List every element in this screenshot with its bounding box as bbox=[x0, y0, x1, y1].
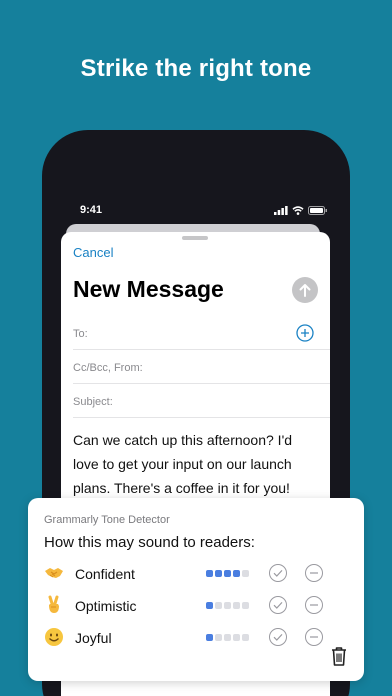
tone-detector-subtitle: How this may sound to readers: bbox=[44, 534, 255, 551]
tone-strength-meter bbox=[206, 570, 249, 577]
smiling-face-emoji-icon bbox=[45, 628, 63, 646]
send-button[interactable] bbox=[292, 277, 318, 303]
minus-circle-icon[interactable] bbox=[304, 563, 324, 583]
meter-dot bbox=[233, 634, 240, 641]
headline: Strike the right tone bbox=[80, 55, 312, 82]
check-circle-icon[interactable] bbox=[268, 595, 288, 615]
meter-dot bbox=[215, 570, 222, 577]
wifi-icon bbox=[292, 206, 304, 215]
tone-row-optimistic: Optimistic bbox=[44, 593, 354, 617]
meter-dot bbox=[233, 570, 240, 577]
handshake-emoji-icon bbox=[45, 568, 63, 578]
meter-dot bbox=[215, 602, 222, 609]
cc-bcc-field[interactable]: Cc/Bcc, From: bbox=[73, 350, 330, 384]
minus-circle-icon[interactable] bbox=[304, 627, 324, 647]
meter-dot bbox=[224, 634, 231, 641]
check-circle-icon[interactable] bbox=[268, 627, 288, 647]
trash-icon[interactable] bbox=[329, 645, 349, 667]
victory-hand-emoji-icon bbox=[48, 595, 59, 613]
cc-bcc-label: Cc/Bcc, From: bbox=[73, 362, 143, 374]
check-circle-icon[interactable] bbox=[268, 563, 288, 583]
tone-row-confident: Confident bbox=[44, 561, 354, 585]
battery-icon bbox=[308, 206, 327, 215]
compose-title: New Message bbox=[73, 276, 224, 302]
arrow-up-icon bbox=[299, 284, 311, 297]
message-body[interactable]: Can we catch up this afternoon? I'd love… bbox=[73, 428, 321, 500]
to-field[interactable]: To: bbox=[73, 316, 330, 350]
tone-label: Confident bbox=[75, 566, 135, 582]
meter-dot bbox=[215, 634, 222, 641]
to-label: To: bbox=[73, 328, 88, 340]
tone-strength-meter bbox=[206, 602, 249, 609]
meter-dot bbox=[242, 602, 249, 609]
meter-dot bbox=[242, 570, 249, 577]
tone-detector-card: Grammarly Tone Detector How this may sou… bbox=[28, 498, 364, 681]
minus-circle-icon[interactable] bbox=[304, 595, 324, 615]
tone-row-joyful: Joyful bbox=[44, 625, 354, 649]
meter-dot bbox=[206, 602, 213, 609]
add-contact-icon[interactable] bbox=[296, 324, 314, 342]
meter-dot bbox=[224, 570, 231, 577]
meter-dot bbox=[206, 634, 213, 641]
sheet-grabber[interactable] bbox=[182, 236, 208, 240]
status-icons bbox=[274, 206, 328, 215]
meter-dot bbox=[224, 602, 231, 609]
cancel-button[interactable]: Cancel bbox=[73, 245, 113, 260]
meter-dot bbox=[242, 634, 249, 641]
subject-label: Subject: bbox=[73, 396, 113, 408]
tone-label: Optimistic bbox=[75, 598, 137, 614]
subject-field[interactable]: Subject: bbox=[73, 384, 330, 418]
signal-icon bbox=[274, 206, 288, 215]
status-time: 9:41 bbox=[80, 204, 103, 216]
tone-label: Joyful bbox=[75, 630, 112, 646]
tone-strength-meter bbox=[206, 634, 249, 641]
meter-dot bbox=[206, 570, 213, 577]
status-bar: 9:41 bbox=[80, 203, 330, 219]
tone-detector-title: Grammarly Tone Detector bbox=[44, 514, 170, 526]
meter-dot bbox=[233, 602, 240, 609]
